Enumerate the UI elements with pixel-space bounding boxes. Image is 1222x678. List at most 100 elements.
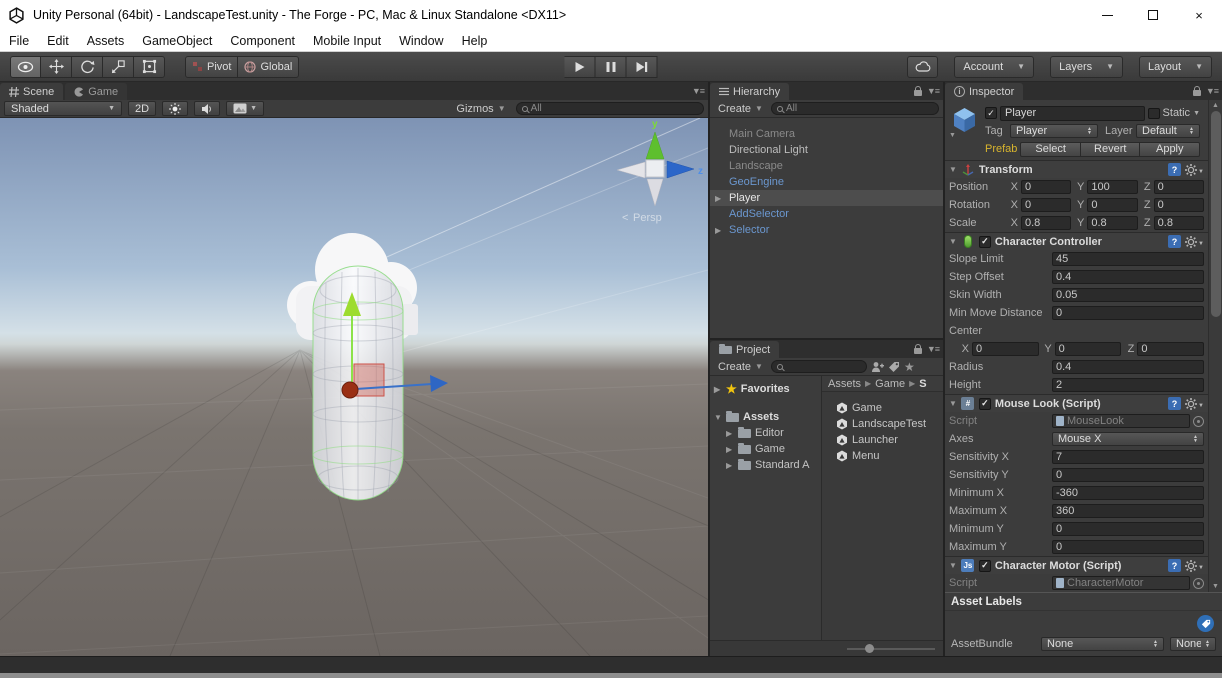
character-controller-header[interactable]: ▼ ✓ Character Controller ? ▼ xyxy=(945,232,1208,250)
center-x-field[interactable]: 0 xyxy=(972,342,1039,356)
tree-favorites[interactable]: ▶ ★ Favorites xyxy=(710,381,821,397)
script-reference-field[interactable]: CharacterMotor xyxy=(1052,576,1190,590)
object-picker-icon[interactable] xyxy=(1193,577,1204,589)
lighting-toggle-button[interactable] xyxy=(162,101,189,116)
maximum-x-field[interactable]: 360 xyxy=(1052,504,1204,518)
tree-assets[interactable]: ▼ Assets xyxy=(710,409,821,425)
breadcrumb-assets[interactable]: Assets xyxy=(828,378,861,390)
layout-dropdown[interactable]: Layout ▼ xyxy=(1139,55,1212,78)
rect-tool-button[interactable] xyxy=(134,55,165,78)
search-by-label-icon[interactable] xyxy=(888,361,900,373)
gameobject-name-field[interactable] xyxy=(1000,105,1145,121)
rotate-tool-button[interactable] xyxy=(72,55,103,78)
skin-width-field[interactable]: 0.05 xyxy=(1052,288,1204,302)
layer-dropdown[interactable]: Default ▲ ▼ xyxy=(1136,124,1200,138)
scroll-down-icon[interactable]: ▼ xyxy=(1212,583,1219,590)
2d-toggle-button[interactable]: 2D xyxy=(128,101,157,116)
asset-file-launcher[interactable]: Launcher xyxy=(822,432,943,448)
pause-button[interactable] xyxy=(595,55,627,78)
foldout-arrow-icon[interactable]: ▶ xyxy=(726,445,734,454)
scale-tool-button[interactable] xyxy=(103,55,134,78)
minimum-x-field[interactable]: -360 xyxy=(1052,486,1204,500)
center-z-field[interactable]: 0 xyxy=(1137,342,1205,356)
position-y-field[interactable]: 100 xyxy=(1087,180,1138,194)
rotation-y-field[interactable]: 0 xyxy=(1087,198,1138,212)
tab-hierarchy[interactable]: Hierarchy xyxy=(710,83,790,100)
transform-header[interactable]: ▼ Transform ? ▼ xyxy=(945,160,1208,178)
hierarchy-search-input[interactable]: All xyxy=(770,102,939,115)
tab-inspector[interactable]: i Inspector xyxy=(945,83,1024,100)
view-tool-button[interactable] xyxy=(10,55,41,78)
foldout-arrow-icon[interactable]: ▶ xyxy=(714,385,722,394)
axes-dropdown[interactable]: Mouse X ▲ ▼ xyxy=(1052,432,1204,446)
menu-window[interactable]: Window xyxy=(390,30,452,51)
panel-menu-icon[interactable]: ▼≡ xyxy=(692,86,705,96)
minimum-y-field[interactable]: 0 xyxy=(1052,522,1204,536)
gizmo-x-sphere[interactable] xyxy=(341,381,359,399)
mouse-look-header[interactable]: ▼ # ✓ Mouse Look (Script) ? ▼ xyxy=(945,394,1208,412)
pivot-toggle-button[interactable]: Pivot xyxy=(185,55,239,78)
prefab-apply-button[interactable]: Apply xyxy=(1140,141,1201,157)
gear-icon[interactable]: ▼ xyxy=(1185,559,1204,572)
help-icon[interactable]: ? xyxy=(1168,163,1182,176)
play-button[interactable] xyxy=(564,55,596,78)
foldout-arrow-icon[interactable]: ▼ xyxy=(949,165,957,174)
help-icon[interactable]: ? xyxy=(1168,235,1182,248)
scale-z-field[interactable]: 0.8 xyxy=(1153,216,1204,230)
height-field[interactable]: 2 xyxy=(1052,378,1204,392)
gizmo-plane-handle[interactable] xyxy=(353,363,385,397)
component-enabled-checkbox[interactable]: ✓ xyxy=(978,559,991,572)
foldout-arrow-icon[interactable]: ▼ xyxy=(949,561,957,570)
lock-icon[interactable] xyxy=(1192,85,1201,96)
move-tool-button[interactable] xyxy=(41,55,72,78)
hierarchy-item-main-camera[interactable]: Main Camera xyxy=(710,126,943,142)
hierarchy-item-player[interactable]: ▶ Player xyxy=(710,190,943,206)
foldout-arrow-icon[interactable]: ▼ xyxy=(714,413,722,422)
foldout-arrow-icon[interactable]: ▼ xyxy=(949,237,957,246)
panel-menu-icon[interactable]: ▼≡ xyxy=(1206,86,1219,96)
component-enabled-checkbox[interactable]: ✓ xyxy=(978,235,991,248)
hierarchy-create-dropdown[interactable]: Create ▼ xyxy=(714,103,767,115)
menu-help[interactable]: Help xyxy=(453,30,497,51)
tree-game[interactable]: ▶ Game xyxy=(710,441,821,457)
prefab-revert-button[interactable]: Revert xyxy=(1080,141,1141,157)
menu-assets[interactable]: Assets xyxy=(78,30,134,51)
tree-editor[interactable]: ▶ Editor xyxy=(710,425,821,441)
lock-icon[interactable] xyxy=(913,343,922,354)
inspector-scrollbar[interactable]: ▲ ▼ xyxy=(1208,100,1222,592)
label-tag-button[interactable] xyxy=(1197,615,1214,632)
tab-game[interactable]: Game xyxy=(65,83,128,100)
project-search-input[interactable] xyxy=(770,360,867,373)
minimize-button[interactable] xyxy=(1084,0,1130,30)
character-motor-header[interactable]: ▼ Js ✓ Character Motor (Script) ? ▼ xyxy=(945,556,1208,574)
help-icon[interactable]: ? xyxy=(1168,397,1182,410)
chevron-down-icon[interactable]: ▼ xyxy=(949,132,956,139)
global-toggle-button[interactable]: Global xyxy=(238,55,300,78)
gear-icon[interactable]: ▼ xyxy=(1185,397,1204,410)
rotation-x-field[interactable]: 0 xyxy=(1021,198,1072,212)
slope-limit-field[interactable]: 45 xyxy=(1052,252,1204,266)
component-enabled-checkbox[interactable]: ✓ xyxy=(978,397,991,410)
lock-icon[interactable] xyxy=(913,85,922,96)
foldout-arrow-icon[interactable]: ▶ xyxy=(715,226,721,235)
assetbundle-dropdown[interactable]: None ▲ ▼ xyxy=(1041,637,1164,651)
gizmos-dropdown[interactable]: Gizmos ▼ xyxy=(452,103,509,115)
menu-edit[interactable]: Edit xyxy=(38,30,78,51)
scale-y-field[interactable]: 0.8 xyxy=(1087,216,1138,230)
step-button[interactable] xyxy=(626,55,658,78)
scene-viewport[interactable]: y z < Persp xyxy=(0,118,708,656)
sensitivity-y-field[interactable]: 0 xyxy=(1052,468,1204,482)
scroll-up-icon[interactable]: ▲ xyxy=(1212,102,1219,109)
project-create-dropdown[interactable]: Create ▼ xyxy=(714,361,767,373)
close-button[interactable]: × xyxy=(1176,0,1222,30)
active-checkbox[interactable]: ✓ xyxy=(985,107,997,119)
slider-knob[interactable] xyxy=(865,643,874,653)
foldout-arrow-icon[interactable]: ▶ xyxy=(715,194,721,203)
tab-project[interactable]: Project xyxy=(710,341,780,358)
hierarchy-item-addselector[interactable]: AddSelector xyxy=(710,206,943,222)
asset-file-menu[interactable]: Menu xyxy=(822,448,943,464)
cloud-button[interactable] xyxy=(907,55,939,78)
scrollbar-thumb[interactable] xyxy=(1210,111,1221,317)
assetbundle-variant-dropdown[interactable]: None ▲ ▼ xyxy=(1170,637,1216,651)
audio-toggle-button[interactable] xyxy=(194,101,221,116)
